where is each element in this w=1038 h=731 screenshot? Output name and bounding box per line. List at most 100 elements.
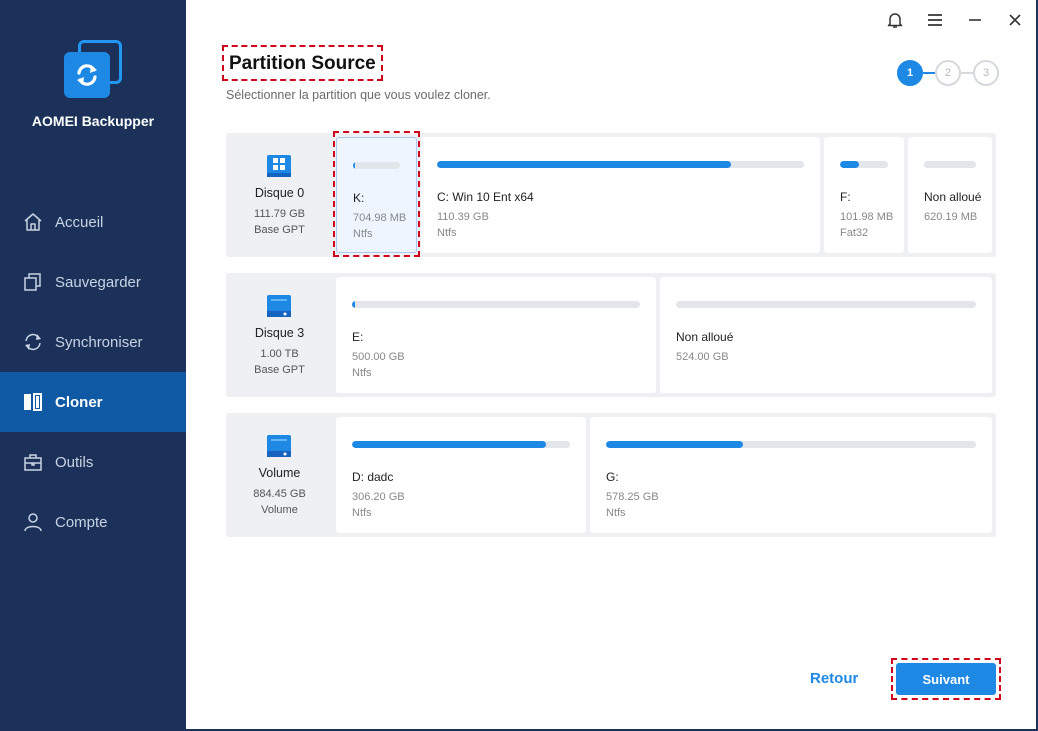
sidebar-item-accueil[interactable]: Accueil	[0, 192, 186, 252]
disk-type: Base GPT	[254, 224, 305, 236]
disk-name: Disque 3	[254, 326, 305, 340]
disk-icon	[265, 431, 293, 461]
partition-size: 101.98 MB	[840, 211, 894, 223]
partition-label: K:	[353, 191, 365, 205]
partition-c[interactable]: C: Win 10 Ent x64 110.39 GB Ntfs	[421, 137, 820, 253]
sidebar-item-cloner[interactable]: Cloner	[0, 372, 186, 432]
usage-bar	[676, 301, 976, 308]
partition-size: 578.25 GB	[606, 491, 659, 503]
usage-bar	[840, 161, 888, 168]
partition-g[interactable]: G: 578.25 GB Ntfs	[590, 417, 992, 533]
usage-bar	[352, 441, 570, 448]
partition-label: F:	[840, 190, 851, 204]
step-connector	[923, 72, 935, 74]
partition-k[interactable]: K: 704.98 MB Ntfs	[336, 137, 417, 253]
disk-icon	[265, 291, 293, 321]
usage-fill	[606, 441, 743, 448]
partition-f[interactable]: F: 101.98 MB Fat32	[824, 137, 904, 253]
step-2: 2	[935, 60, 961, 86]
menu-icon[interactable]	[926, 10, 944, 30]
partition-size: 620.19 MB	[924, 211, 978, 223]
disk-type: Base GPT	[254, 364, 305, 376]
disk-info: Volume 884.45 GB Volume	[226, 413, 333, 537]
tools-icon	[22, 451, 44, 473]
partition-fs: Ntfs	[353, 228, 373, 240]
sidebar-item-label: Outils	[55, 453, 94, 471]
disk-name: Disque 0	[254, 186, 305, 200]
partition-size: 306.20 GB	[352, 491, 405, 503]
partition-fs: Ntfs	[437, 227, 457, 239]
disk-size: 1.00 TB	[260, 348, 299, 360]
sidebar-item-label: Synchroniser	[55, 333, 143, 351]
partition-fs: Ntfs	[352, 507, 372, 519]
app-name: AOMEI Backupper	[31, 113, 155, 129]
sidebar-item-label: Accueil	[55, 213, 104, 231]
usage-bar	[924, 161, 976, 168]
sidebar-nav: Accueil Sauvegarder Synchroniser Cloner …	[0, 192, 186, 552]
windows-disk-icon	[265, 151, 293, 181]
page-subtitle: Sélectionner la partition que vous voule…	[226, 88, 491, 102]
sidebar-item-label: Sauvegarder	[55, 273, 141, 291]
backup-icon	[22, 271, 44, 293]
usage-fill	[353, 162, 355, 169]
home-icon	[22, 211, 44, 233]
disk-info: Disque 0 111.79 GB Base GPT	[226, 133, 333, 257]
bell-icon[interactable]	[886, 10, 904, 30]
account-icon	[22, 511, 44, 533]
disk-size: 111.79 GB	[254, 208, 305, 220]
disk-row-disque-3: Disque 3 1.00 TB Base GPT E: 500.00 GB N…	[226, 273, 996, 397]
partition-label: C: Win 10 Ent x64	[437, 190, 534, 204]
back-button[interactable]: Retour	[810, 670, 858, 687]
disk-row-volume: Volume 884.45 GB Volume D: dadc 306.20 G…	[226, 413, 996, 537]
partition-size: 110.39 GB	[437, 211, 489, 223]
usage-fill	[352, 301, 355, 308]
step-connector	[961, 72, 973, 74]
sidebar-item-label: Compte	[55, 513, 108, 531]
sync-icon	[22, 331, 44, 353]
minimize-icon[interactable]	[966, 10, 984, 30]
sidebar-item-synchroniser[interactable]: Synchroniser	[0, 312, 186, 372]
partition-label: D: dadc	[352, 470, 394, 484]
sidebar-item-sauvegarder[interactable]: Sauvegarder	[0, 252, 186, 312]
step-3: 3	[973, 60, 999, 86]
sidebar-item-label: Cloner	[55, 393, 103, 411]
disk-name: Volume	[258, 466, 301, 480]
partition-d[interactable]: D: dadc 306.20 GB Ntfs	[336, 417, 586, 533]
next-button-highlight: Suivant	[891, 658, 1001, 700]
page-title: Partition Source	[222, 45, 383, 81]
sidebar-item-compte[interactable]: Compte	[0, 492, 186, 552]
partition-fs: Ntfs	[606, 507, 626, 519]
sidebar-item-outils[interactable]: Outils	[0, 432, 186, 492]
clone-icon	[22, 391, 44, 413]
partition-label: E:	[352, 330, 364, 344]
partition-size: 524.00 GB	[676, 351, 729, 363]
partition-label: Non alloué	[924, 190, 982, 204]
partition-size: 500.00 GB	[352, 351, 405, 363]
window-controls	[886, 10, 1024, 30]
step-1: 1	[897, 60, 923, 86]
disk-row-disque-0: Disque 0 111.79 GB Base GPT K: 704.98 MB…	[226, 133, 996, 257]
partition-e[interactable]: E: 500.00 GB Ntfs	[336, 277, 656, 393]
partition-unallocated[interactable]: Non alloué 620.19 MB	[908, 137, 992, 253]
disk-type: Volume	[261, 504, 298, 516]
usage-fill	[437, 161, 731, 168]
close-icon[interactable]	[1006, 10, 1024, 30]
usage-bar	[352, 301, 640, 308]
partition-fs: Fat32	[840, 227, 869, 239]
usage-bar	[437, 161, 804, 168]
partition-fs: Ntfs	[352, 367, 372, 379]
step-indicator: 1 2 3	[897, 60, 999, 86]
partition-size: 704.98 MB	[353, 212, 407, 224]
app-logo-icon	[64, 40, 122, 98]
partition-label: G:	[606, 470, 619, 484]
disk-size: 884.45 GB	[253, 488, 306, 500]
partition-unallocated[interactable]: Non alloué 524.00 GB	[660, 277, 992, 393]
usage-fill	[840, 161, 860, 168]
disk-info: Disque 3 1.00 TB Base GPT	[226, 273, 333, 397]
usage-fill	[352, 441, 547, 448]
next-button[interactable]: Suivant	[896, 663, 996, 695]
sidebar: AOMEI Backupper Accueil Sauvegarder Sync…	[0, 0, 186, 731]
usage-bar	[606, 441, 976, 448]
usage-bar	[353, 162, 400, 169]
partition-label: Non alloué	[676, 330, 734, 344]
